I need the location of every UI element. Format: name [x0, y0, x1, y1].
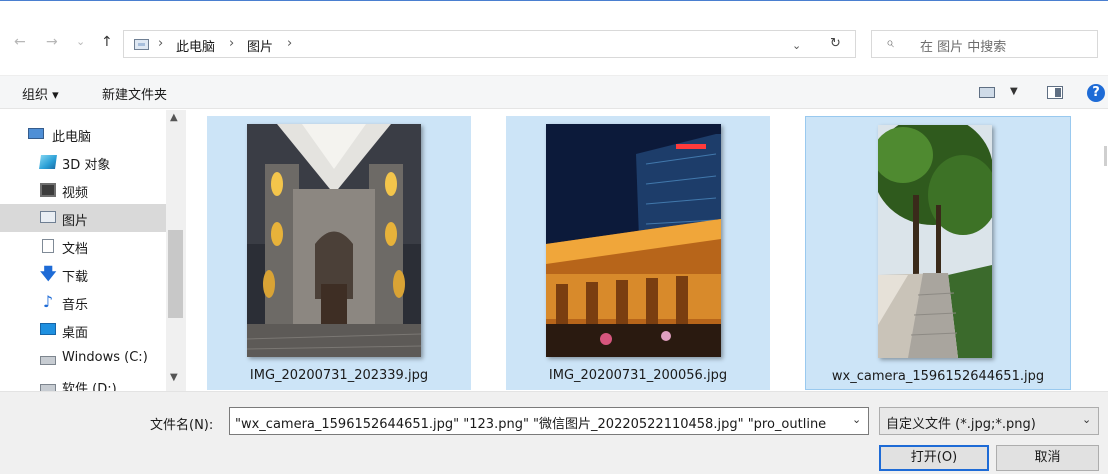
refresh-button[interactable]: ↻ [818, 30, 856, 58]
nav-item-label: 图片 [62, 214, 89, 229]
filetype-select[interactable]: 自定义文件 (*.jpg;*.png) ⌄ [879, 407, 1099, 435]
nav-item-drive-d[interactable]: 软件 (D:) [0, 372, 166, 391]
filename-input[interactable]: "wx_camera_1596152644651.jpg" "123.png" … [229, 407, 869, 435]
nav-item-label: 视频 [62, 186, 89, 201]
file-open-dialog: ← → ⌄ ↑ › 此电脑 › 图片 › ⌄ ↻ ⌕ 在 图片 中搜索 组织 ▾… [0, 0, 1108, 474]
file-tile[interactable]: IMG_20200731_202339.jpg [207, 116, 471, 390]
search-placeholder: 在 图片 中搜索 [920, 40, 1007, 55]
new-folder-button[interactable]: 新建文件夹 [102, 84, 167, 103]
breadcrumb-pictures[interactable]: 图片 [247, 36, 273, 55]
file-thumbnail [546, 124, 721, 357]
nav-item-label: 软件 (D:) [62, 382, 117, 391]
file-thumbnail [247, 124, 421, 357]
file-thumbnail [878, 125, 992, 358]
file-list-scrollbar[interactable] [1096, 110, 1108, 391]
cancel-button[interactable]: 取消 [996, 445, 1099, 471]
view-dropdown-icon[interactable]: ▼ [1010, 86, 1018, 97]
filetype-value: 自定义文件 (*.jpg;*.png) [886, 417, 1036, 432]
drive-icon [40, 356, 56, 365]
desktop-icon [40, 323, 56, 335]
back-icon[interactable]: ← [14, 34, 26, 50]
nav-item-documents[interactable]: 文档 [0, 232, 166, 260]
nav-item-3d-objects[interactable]: 3D 对象 [0, 148, 166, 176]
nav-item-label: Windows (C:) [62, 350, 148, 365]
help-icon[interactable]: ? [1087, 84, 1105, 102]
nav-item-videos[interactable]: 视频 [0, 176, 166, 204]
nav-item-this-pc[interactable]: 此电脑 [0, 120, 166, 148]
breadcrumb-separator[interactable]: › [287, 36, 292, 51]
drive-icon [40, 384, 56, 391]
pictures-icon [40, 211, 56, 223]
forward-icon[interactable]: → [46, 34, 58, 50]
address-dropdown-icon[interactable]: ⌄ [792, 39, 801, 52]
nav-item-label: 下载 [62, 270, 89, 285]
nav-item-label: 文档 [62, 242, 89, 257]
preview-pane-icon[interactable] [1047, 86, 1063, 99]
3d-objects-icon [39, 155, 57, 169]
download-icon: 🡇 [40, 264, 57, 283]
nav-item-music[interactable]: ♪ 音乐 [0, 288, 166, 316]
up-icon[interactable]: ↑ [101, 34, 113, 50]
scroll-up-icon[interactable]: ▲ [170, 112, 178, 123]
organize-menu[interactable]: 组织 ▾ [22, 84, 59, 103]
file-list: IMG_20200731_202339.jpg IMG_20200731_200… [186, 110, 1108, 391]
filetype-dropdown-icon[interactable]: ⌄ [1082, 413, 1091, 426]
nav-item-pictures[interactable]: 图片 [0, 204, 166, 232]
address-bar[interactable]: › 此电脑 › 图片 › ⌄ [123, 30, 851, 58]
refresh-icon: ↻ [830, 36, 841, 51]
navigation-pane: 此电脑 3D 对象 视频 图片 文档 🡇 下载 ♪ 音乐 桌面 Windows … [0, 110, 186, 391]
search-icon: ⌕ [886, 35, 894, 51]
file-name: IMG_20200731_200056.jpg [548, 368, 728, 383]
church-photo-thumbnail [247, 124, 421, 357]
nav-item-label: 桌面 [62, 326, 89, 341]
file-name: wx_camera_1596152644651.jpg [831, 369, 1045, 384]
file-tile[interactable]: wx_camera_1596152644651.jpg [805, 116, 1071, 390]
change-view-icon[interactable] [979, 87, 995, 98]
scroll-down-icon[interactable]: ▼ [170, 372, 178, 383]
video-icon [40, 183, 56, 197]
nav-item-label: 3D 对象 [62, 158, 111, 173]
open-button[interactable]: 打开(O) [879, 445, 989, 471]
building-photo-thumbnail [546, 124, 721, 357]
filename-dropdown-icon[interactable]: ⌄ [852, 413, 861, 426]
nav-item-downloads[interactable]: 🡇 下载 [0, 260, 166, 288]
file-tile[interactable]: IMG_20200731_200056.jpg [506, 116, 770, 390]
recent-locations-icon[interactable]: ⌄ [76, 34, 85, 50]
nav-item-drive-c[interactable]: Windows (C:) [0, 344, 166, 372]
music-icon: ♪ [42, 292, 54, 311]
command-toolbar: 组织 ▾ 新建文件夹 ▼ ? [0, 75, 1108, 109]
filename-value[interactable]: "wx_camera_1596152644651.jpg" "123.png" … [235, 413, 845, 432]
pc-icon [28, 128, 44, 139]
nav-item-desktop[interactable]: 桌面 [0, 316, 166, 344]
documents-icon [42, 239, 54, 253]
address-row: ← → ⌄ ↑ › 此电脑 › 图片 › ⌄ ↻ ⌕ 在 图片 中搜索 [0, 23, 1108, 63]
scrollbar-thumb[interactable] [168, 230, 183, 318]
breadcrumb-separator[interactable]: › [229, 36, 234, 51]
pictures-folder-icon [134, 39, 149, 50]
search-input[interactable]: ⌕ 在 图片 中搜索 [871, 30, 1098, 58]
nav-scrollbar[interactable]: ▲ ▼ [166, 110, 186, 391]
breadcrumb-separator[interactable]: › [158, 36, 163, 51]
sidewalk-photo-thumbnail [878, 125, 992, 358]
nav-item-label: 音乐 [62, 298, 89, 313]
breadcrumb-this-pc[interactable]: 此电脑 [176, 36, 215, 55]
nav-item-label: 此电脑 [52, 130, 92, 145]
filename-label: 文件名(N): [150, 418, 214, 433]
dialog-footer: 文件名(N): "wx_camera_1596152644651.jpg" "1… [0, 391, 1108, 474]
file-name: IMG_20200731_202339.jpg [249, 368, 429, 383]
